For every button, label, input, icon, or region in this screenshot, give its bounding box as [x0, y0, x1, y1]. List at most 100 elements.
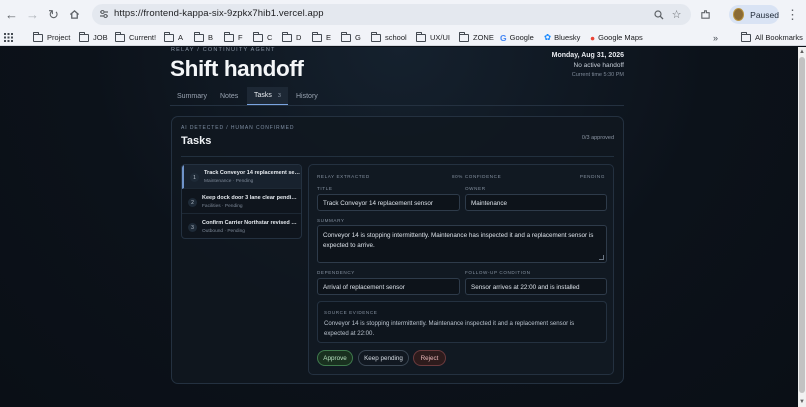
bookmark-folder[interactable]: D	[282, 31, 301, 44]
scrollbar-thumb[interactable]	[799, 57, 805, 393]
profile-paused-button[interactable]: Paused	[729, 5, 779, 24]
task-detail-panel: RELAY EXTRACTED 80% CONFIDENCE PENDING T…	[308, 164, 614, 375]
dependency-field-label: DEPENDENCY	[317, 270, 355, 275]
evidence-text: Conveyor 14 is stopping intermittently. …	[324, 320, 575, 337]
tab-tasks[interactable]: Tasks 3	[247, 87, 288, 105]
divider	[181, 156, 614, 157]
folder-icon	[115, 31, 125, 42]
apps-grid-icon[interactable]	[4, 31, 13, 44]
zoom-icon[interactable]	[651, 7, 666, 22]
url-text[interactable]: https://frontend-kappa-six-9zpkx7hib1.ve…	[114, 8, 324, 19]
bookmark-label: Google Maps	[598, 33, 643, 42]
folder-icon	[224, 31, 234, 42]
folder-icon	[741, 31, 751, 42]
back-arrow-icon[interactable]: ←	[3, 6, 20, 23]
bookmark-folder[interactable]: B	[194, 31, 213, 44]
current-date: Monday, Aug 31, 2026	[551, 52, 624, 59]
evidence-label: SOURCE EVIDENCE	[324, 310, 378, 315]
tab-label: Notes	[220, 92, 239, 100]
followup-input[interactable]: Sensor arrives at 22:00 and is installed	[465, 278, 607, 295]
tab-notes[interactable]: Notes	[213, 87, 245, 105]
bookmark-folder[interactable]: Current!	[115, 31, 156, 44]
bookmark-folder[interactable]: C	[253, 31, 272, 44]
handoff-status: No active handoff	[573, 62, 624, 69]
bookmark-label: UX/UI	[430, 33, 451, 42]
bookmark-folder[interactable]: F	[224, 31, 243, 44]
folder-icon	[194, 31, 204, 42]
bookmark-folder[interactable]: ZONE	[459, 31, 494, 44]
bookmark-label: A	[178, 33, 184, 42]
bookmark-bluesky[interactable]: ✿ Bluesky	[544, 31, 580, 44]
forward-arrow-icon[interactable]: →	[24, 6, 41, 23]
resize-grip-icon[interactable]	[599, 255, 604, 260]
task-list-item[interactable]: 2 Keep dock door 3 lane clear pending...…	[182, 190, 301, 214]
title-field-label: TITLE	[317, 186, 333, 191]
summary-textarea[interactable]: Conveyor 14 is stopping intermittently. …	[317, 225, 607, 263]
address-bar[interactable]: https://frontend-kappa-six-9zpkx7hib1.ve…	[92, 4, 691, 25]
page-scrollbar[interactable]: ▲ ▼	[798, 47, 806, 407]
bookmark-folder[interactable]: JOB	[79, 31, 108, 44]
site-settings-icon[interactable]	[98, 8, 110, 20]
bookmark-label: E	[326, 33, 332, 42]
bookmark-folder[interactable]: school	[371, 31, 407, 44]
reject-button[interactable]: Reject	[413, 350, 446, 366]
tab-label: Summary	[177, 92, 207, 100]
keep-pending-button[interactable]: Keep pending	[358, 350, 409, 366]
reload-icon[interactable]: ↻	[45, 6, 62, 23]
approve-button[interactable]: Approve	[317, 350, 353, 366]
followup-field-label: FOLLOW-UP CONDITION	[465, 270, 531, 275]
browser-toolbar: ← → ↻ https://frontend-kappa-six-9zpkx7h…	[0, 0, 806, 29]
state-badge: PENDING	[579, 174, 605, 179]
bookmark-label: Google	[509, 33, 534, 42]
bookmark-label: D	[296, 33, 302, 42]
bookmark-label: ZONE	[473, 33, 494, 42]
kebab-menu-icon[interactable]: ⋮	[784, 6, 801, 23]
bookmark-folder[interactable]: UX/UI	[416, 31, 450, 44]
bookmark-folder[interactable]: E	[312, 31, 331, 44]
tab-history[interactable]: History	[289, 87, 325, 105]
folder-icon	[341, 31, 351, 42]
extensions-icon[interactable]	[697, 6, 714, 23]
bookmark-google-maps[interactable]: ● Google Maps	[590, 31, 643, 44]
task-number: 2	[188, 198, 197, 207]
bookmark-google[interactable]: G Google	[500, 31, 534, 44]
task-title: Confirm Carrier Northstar revised ar...	[202, 220, 299, 226]
folder-icon	[164, 31, 174, 42]
task-list-item[interactable]: 3 Confirm Carrier Northstar revised ar..…	[182, 215, 301, 238]
bluesky-butterfly-icon: ✿	[544, 32, 552, 42]
all-bookmarks-button[interactable]: All Bookmarks	[741, 31, 803, 44]
folder-icon	[371, 31, 381, 42]
dependency-input[interactable]: Arrival of replacement sensor	[317, 278, 460, 295]
scroll-down-arrow-icon[interactable]: ▼	[799, 399, 805, 405]
tasks-card: AI DETECTED / HUMAN CONFIRMED Tasks 0/3 …	[171, 116, 624, 384]
tab-summary[interactable]: Summary	[170, 87, 214, 105]
bookmark-star-icon[interactable]: ☆	[669, 7, 684, 22]
card-heading: Tasks	[181, 135, 212, 147]
tab-bar: Summary Notes Tasks 3 History	[170, 87, 624, 106]
bookmark-folder[interactable]: G	[341, 31, 361, 44]
tab-count-badge: 3	[277, 92, 281, 99]
extracted-label: RELAY EXTRACTED	[317, 174, 370, 179]
summary-text: Conveyor 14 is stopping intermittently. …	[323, 232, 594, 249]
home-icon[interactable]	[66, 6, 83, 23]
bookmark-folder[interactable]: Project	[33, 31, 70, 44]
scroll-up-arrow-icon[interactable]: ▲	[799, 49, 805, 55]
task-list: 1 Track Conveyor 14 replacement sensor M…	[181, 164, 302, 239]
title-input[interactable]: Track Conveyor 14 replacement sensor	[317, 194, 460, 211]
page-viewport: RELAY / CONTINUITY AGENT Shift handoff M…	[0, 47, 798, 407]
map-pin-icon: ●	[590, 32, 596, 43]
double-chevron-right-icon[interactable]: »	[713, 31, 718, 44]
owner-input[interactable]: Maintenance	[465, 194, 607, 211]
bookmark-label: G	[355, 33, 361, 42]
bookmark-label: C	[267, 33, 273, 42]
task-title: Keep dock door 3 lane clear pending...	[202, 195, 299, 201]
task-number: 3	[188, 223, 197, 232]
bookmark-label: Bluesky	[554, 33, 581, 42]
bookmark-folder[interactable]: A	[164, 31, 183, 44]
avatar	[733, 8, 745, 21]
folder-icon	[459, 31, 469, 42]
folder-icon	[33, 31, 43, 42]
bookmark-label: All Bookmarks	[755, 33, 803, 42]
confidence-label: 80% CONFIDENCE	[452, 174, 502, 179]
task-list-item[interactable]: 1 Track Conveyor 14 replacement sensor M…	[182, 165, 301, 189]
